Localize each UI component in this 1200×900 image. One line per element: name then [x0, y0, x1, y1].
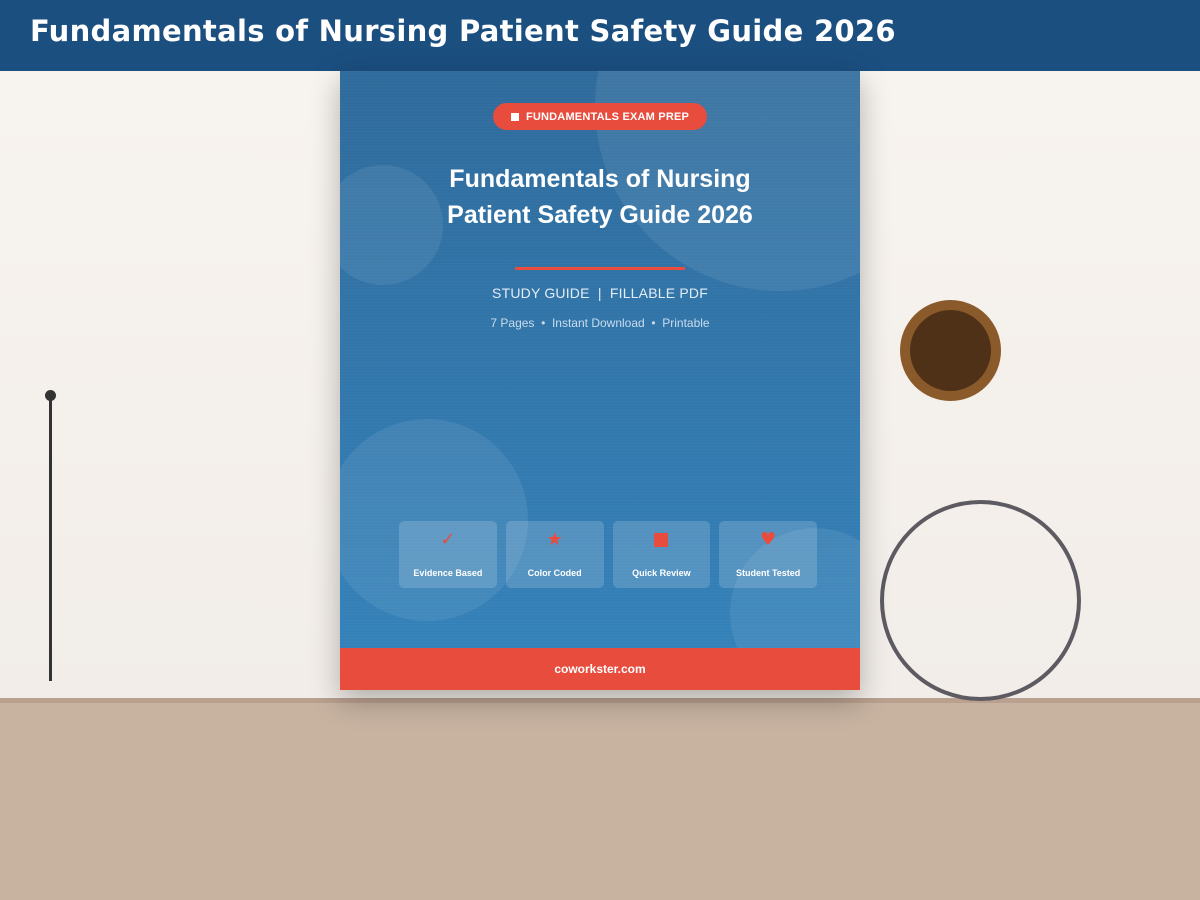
pen-tip	[45, 390, 56, 401]
feature-card-color-coded: ★ Color Coded	[505, 521, 604, 588]
guide-cover[interactable]: FUNDAMENTALS EXAM PREP Fundamentals of N…	[340, 71, 860, 690]
heart-icon: ♥	[760, 529, 777, 550]
cover-subtitle-text: STUDY GUIDE | FILLABLE PDF	[492, 285, 708, 301]
square-icon	[654, 533, 669, 547]
glasses-lens	[880, 500, 1081, 701]
feature-label: Evidence Based	[413, 568, 483, 578]
feature-cards: ✓ Evidence Based ★ Color Coded Quick Rev…	[399, 521, 817, 588]
feature-label: Color Coded	[527, 568, 582, 578]
pen-stand	[49, 398, 52, 681]
page-title: Fundamentals of Nursing Patient Safety G…	[30, 14, 896, 48]
feature-card-quick-review: Quick Review	[612, 521, 711, 588]
cover-meta: 7 Pages • Instant Download • Printable	[340, 316, 860, 330]
footer-url[interactable]: coworkster.com	[554, 662, 645, 676]
cover-title: Fundamentals of Nursing Patient Safety G…	[340, 161, 860, 233]
feature-card-evidence-based: ✓ Evidence Based	[399, 521, 497, 588]
badge-label: FUNDAMENTALS EXAM PREP	[525, 110, 690, 123]
cover-subtitle: STUDY GUIDE | FILLABLE PDF	[340, 285, 860, 301]
feature-label: Student Tested	[735, 568, 801, 578]
coffee-liquid	[910, 310, 991, 391]
cover-footer: coworkster.com	[340, 648, 860, 690]
cover-title-line-2: Patient Safety Guide 2026	[447, 201, 753, 229]
coffee-cup	[900, 300, 1001, 401]
exam-prep-badge: FUNDAMENTALS EXAM PREP	[493, 103, 707, 130]
header-bar: Fundamentals of Nursing Patient Safety G…	[0, 0, 1200, 71]
feature-label: Quick Review	[632, 568, 691, 578]
desk-surface	[0, 698, 1200, 900]
star-icon: ★	[546, 529, 563, 550]
check-icon: ✓	[440, 529, 456, 550]
cover-title-line-1: Fundamentals of Nursing	[449, 165, 751, 193]
badge-square-icon	[510, 112, 519, 121]
cover-meta-text: 7 Pages • Instant Download • Printable	[490, 316, 710, 330]
feature-card-student-tested: ♥ Student Tested	[719, 521, 817, 588]
cover-divider	[515, 267, 685, 270]
